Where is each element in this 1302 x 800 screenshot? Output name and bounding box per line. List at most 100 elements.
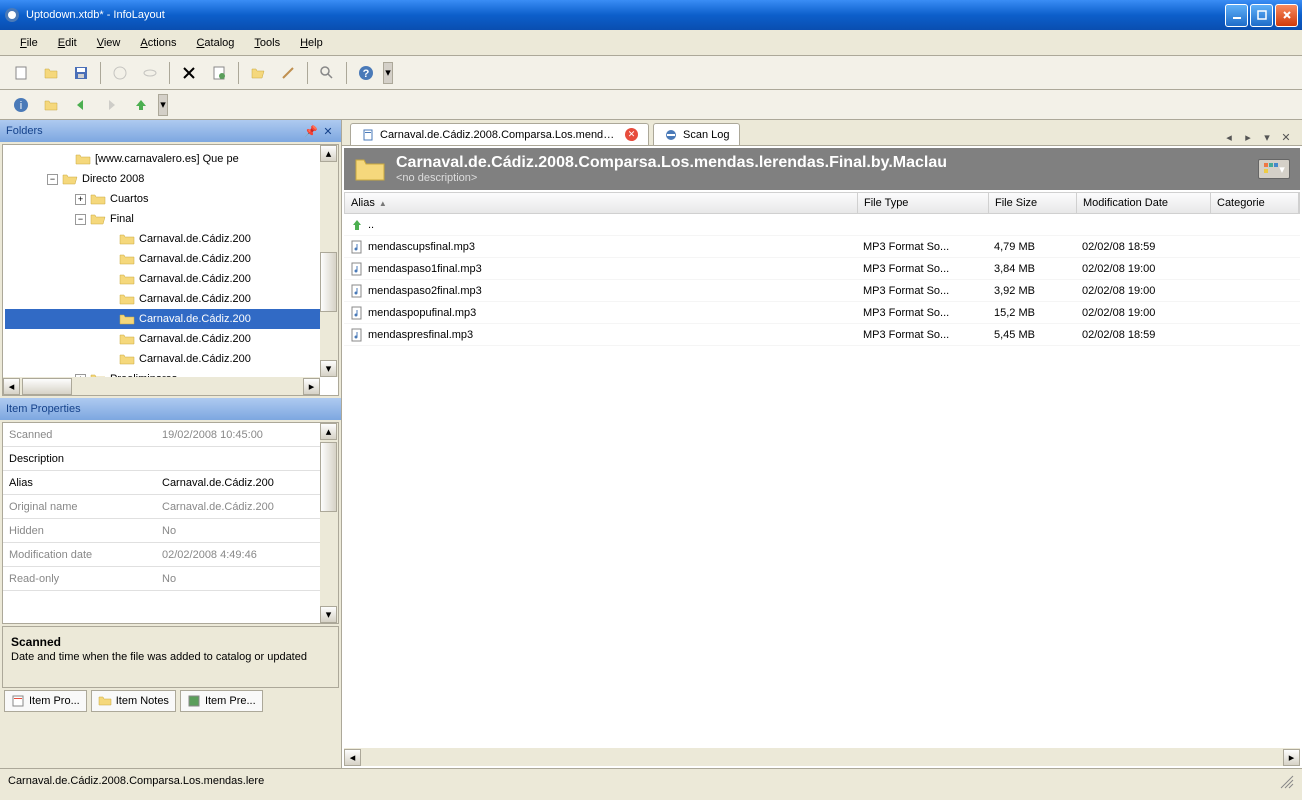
scroll-up-icon[interactable]: ▴	[320, 423, 337, 440]
folders-panel-header: Folders 📌 ✕	[0, 120, 341, 142]
tree-item[interactable]: −Directo 2008	[5, 169, 336, 189]
collapse-icon[interactable]: −	[47, 174, 58, 185]
scroll-down-icon[interactable]: ▾	[320, 360, 337, 377]
refresh-icon[interactable]	[206, 60, 232, 86]
toolbar-overflow[interactable]: ▾	[383, 62, 393, 84]
menu-view[interactable]: View	[87, 34, 131, 52]
help-icon[interactable]: ?	[353, 60, 379, 86]
file-row[interactable]: mendaspaso2final.mp3 MP3 Format So... 3,…	[344, 280, 1300, 302]
scroll-thumb[interactable]	[320, 252, 337, 312]
tree-item[interactable]: +Cuartos	[5, 189, 336, 209]
delete-icon[interactable]	[176, 60, 202, 86]
column-modification-date[interactable]: Modification Date	[1077, 193, 1211, 213]
folder-large-icon	[354, 155, 386, 183]
menu-tools[interactable]: Tools	[244, 34, 290, 52]
titlebar[interactable]: Uptodown.xtdb* - InfoLayout	[0, 0, 1302, 30]
tab-item-notes[interactable]: Item Notes	[91, 690, 176, 712]
tab-scan-log[interactable]: Scan Log	[653, 123, 740, 145]
tree-item[interactable]: Carnaval.de.Cádiz.200	[5, 349, 336, 369]
parent-folder-row[interactable]: ..	[344, 214, 1300, 236]
properties-panel-header: Item Properties	[0, 398, 341, 420]
pin-icon[interactable]: 📌	[304, 124, 318, 138]
scroll-thumb[interactable]	[22, 378, 72, 395]
tab-close-all-icon[interactable]: ✕	[1278, 129, 1294, 145]
file-row[interactable]: mendaspresfinal.mp3 MP3 Format So... 5,4…	[344, 324, 1300, 346]
properties-scrollbar[interactable]: ▴ ▾	[320, 423, 338, 623]
scroll-left-icon[interactable]: ◂	[3, 378, 20, 395]
prop-row[interactable]: Original nameCarnaval.de.Cádiz.200	[3, 495, 338, 519]
scroll-thumb[interactable]	[320, 442, 337, 512]
disk-icon[interactable]	[137, 60, 163, 86]
new-icon[interactable]	[8, 60, 34, 86]
folder-open-icon[interactable]	[245, 60, 271, 86]
scroll-right-icon[interactable]: ▸	[303, 378, 320, 395]
open-icon[interactable]	[38, 60, 64, 86]
file-row[interactable]: mendaspopufinal.mp3 MP3 Format So... 15,…	[344, 302, 1300, 324]
tree-item[interactable]: Carnaval.de.Cádiz.200	[5, 249, 336, 269]
tree-item[interactable]: −Final	[5, 209, 336, 229]
prop-row[interactable]: Scanned19/02/2008 10:45:00	[3, 423, 338, 447]
tab-menu-icon[interactable]: ▾	[1259, 129, 1275, 145]
scroll-right-icon[interactable]: ▸	[1283, 749, 1300, 766]
nav-overflow[interactable]: ▾	[158, 94, 168, 116]
menu-file[interactable]: File	[10, 34, 48, 52]
audio-file-icon	[350, 284, 364, 298]
menu-actions[interactable]: Actions	[130, 34, 186, 52]
file-row[interactable]: mendaspaso1final.mp3 MP3 Format So... 3,…	[344, 258, 1300, 280]
file-list-scrollbar[interactable]: ◂ ▸	[344, 748, 1300, 766]
left-bottom-tabs: Item Pro... Item Notes Item Pre...	[0, 688, 341, 714]
expand-icon[interactable]: +	[75, 194, 86, 205]
tab-item-preview[interactable]: Item Pre...	[180, 690, 263, 712]
tab-prev-icon[interactable]: ◂	[1221, 129, 1237, 145]
view-mode-button[interactable]: ▾	[1258, 159, 1290, 179]
tree-item[interactable]: Carnaval.de.Cádiz.200	[5, 329, 336, 349]
prop-row[interactable]: Modification date02/02/2008 4:49:46	[3, 543, 338, 567]
tree-item-selected[interactable]: Carnaval.de.Cádiz.200	[5, 309, 336, 329]
tab-next-icon[interactable]: ▸	[1240, 129, 1256, 145]
file-list[interactable]: .. mendascupsfinal.mp3 MP3 Format So... …	[344, 214, 1300, 748]
brush-icon[interactable]	[275, 60, 301, 86]
resize-grip-icon[interactable]	[1278, 773, 1294, 789]
prop-row[interactable]: Description	[3, 447, 338, 471]
up-icon[interactable]	[128, 92, 154, 118]
file-row[interactable]: mendascupsfinal.mp3 MP3 Format So... 4,7…	[344, 236, 1300, 258]
menu-help[interactable]: Help	[290, 34, 333, 52]
globe-icon[interactable]	[107, 60, 133, 86]
tab-item-properties[interactable]: Item Pro...	[4, 690, 87, 712]
back-icon[interactable]	[68, 92, 94, 118]
tree-item[interactable]: Carnaval.de.Cádiz.200	[5, 269, 336, 289]
tree-vertical-scrollbar[interactable]: ▴ ▾	[320, 145, 338, 377]
prop-row[interactable]: HiddenNo	[3, 519, 338, 543]
tree-item[interactable]: Carnaval.de.Cádiz.200	[5, 229, 336, 249]
folder-nav-icon[interactable]	[38, 92, 64, 118]
column-alias[interactable]: Alias▲	[345, 193, 858, 213]
menu-catalog[interactable]: Catalog	[186, 34, 244, 52]
collapse-icon[interactable]: −	[75, 214, 86, 225]
prop-row[interactable]: Read-onlyNo	[3, 567, 338, 591]
save-icon[interactable]	[68, 60, 94, 86]
sort-asc-icon: ▲	[379, 199, 387, 208]
tab-folder-view[interactable]: Carnaval.de.Cádiz.2008.Comparsa.Los.mend…	[350, 123, 649, 145]
column-categories[interactable]: Categorie	[1211, 193, 1299, 213]
minimize-button[interactable]	[1225, 4, 1248, 27]
menu-edit[interactable]: Edit	[48, 34, 87, 52]
folder-tree[interactable]: [www.carnavalero.es] Que pe −Directo 200…	[2, 144, 339, 396]
prop-row[interactable]: AliasCarnaval.de.Cádiz.200	[3, 471, 338, 495]
forward-icon[interactable]	[98, 92, 124, 118]
column-file-size[interactable]: File Size	[989, 193, 1077, 213]
tab-close-icon[interactable]: ✕	[625, 128, 638, 141]
maximize-button[interactable]	[1250, 4, 1273, 27]
folder-icon	[119, 232, 135, 246]
tree-item[interactable]: [www.carnavalero.es] Que pe	[5, 149, 336, 169]
tree-horizontal-scrollbar[interactable]: ◂ ▸	[3, 377, 320, 395]
tree-item[interactable]: Carnaval.de.Cádiz.200	[5, 289, 336, 309]
search-icon[interactable]	[314, 60, 340, 86]
panel-close-icon[interactable]: ✕	[321, 124, 335, 138]
close-button[interactable]	[1275, 4, 1298, 27]
scroll-down-icon[interactable]: ▾	[320, 606, 337, 623]
scroll-up-icon[interactable]: ▴	[320, 145, 337, 162]
column-file-type[interactable]: File Type	[858, 193, 989, 213]
file-list-header: Alias▲ File Type File Size Modification …	[344, 192, 1300, 214]
scroll-left-icon[interactable]: ◂	[344, 749, 361, 766]
info-folder-icon[interactable]: i	[8, 92, 34, 118]
